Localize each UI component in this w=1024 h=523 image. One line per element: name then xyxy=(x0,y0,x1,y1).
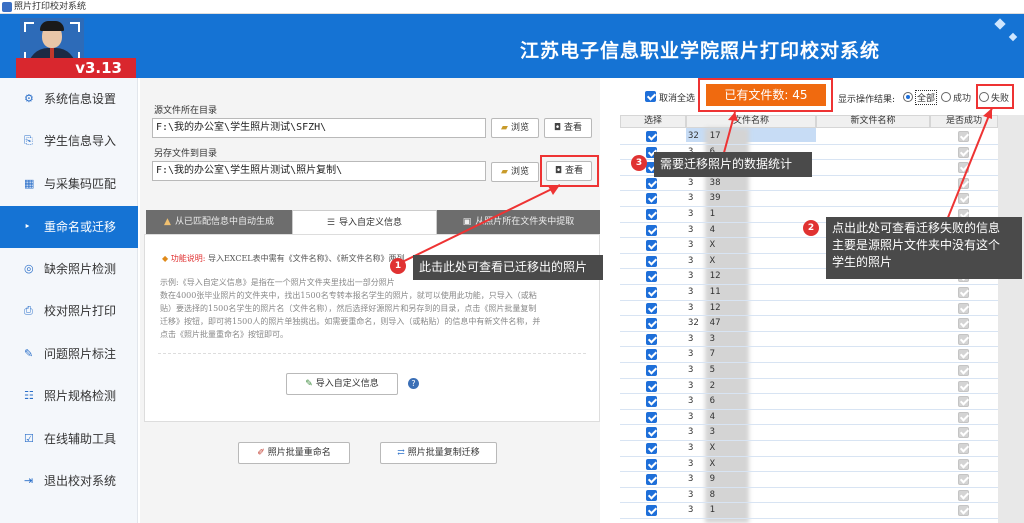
callout-2: 点出此处可查看迁移失败的信息 主要是源照片文件夹中没有这个 学生的照片 xyxy=(826,217,1022,279)
arrow-to-failed xyxy=(944,107,993,226)
arrow-to-view xyxy=(395,184,561,266)
arrow-head xyxy=(728,112,738,121)
callout-number-3: 3 xyxy=(631,155,647,171)
callout-number-1: 1 xyxy=(390,258,406,274)
callout-number-2: 2 xyxy=(803,220,819,236)
arrow-head xyxy=(983,108,992,119)
callout-1: 此击此处可查看已迁移出的照片 xyxy=(413,255,603,280)
callout-3: 需要迁移照片的数据统计 xyxy=(654,152,812,177)
